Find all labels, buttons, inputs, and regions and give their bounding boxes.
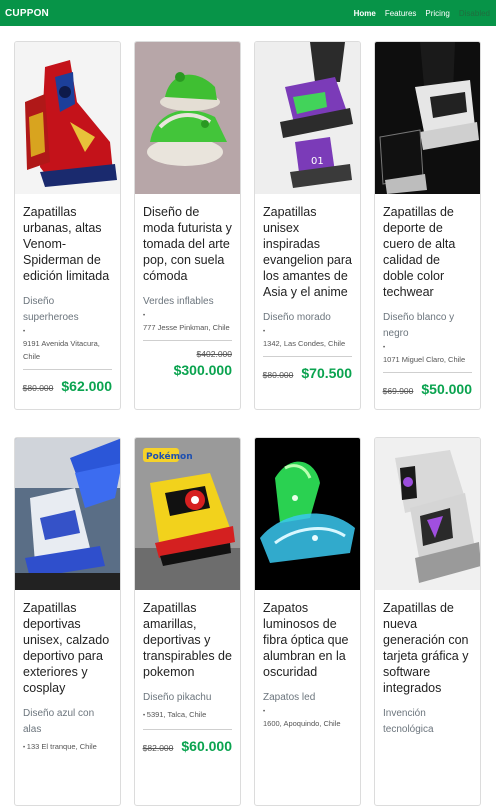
product-image[interactable] xyxy=(15,42,120,194)
product-card[interactable]: Zapatillas deportivas unisex, calzado de… xyxy=(14,437,121,806)
product-title[interactable]: Zapatillas deportivas unisex, calzado de… xyxy=(23,600,112,696)
product-image[interactable] xyxy=(15,438,120,590)
divider xyxy=(143,340,232,341)
old-price: $80.000 xyxy=(22,383,54,393)
divider xyxy=(23,369,112,370)
new-price: $300.000 xyxy=(173,362,232,378)
product-address-text: 1342, Las Condes, Chile xyxy=(263,339,346,348)
product-title[interactable]: Zapatillas unisex inspiradas evangelion … xyxy=(263,204,352,300)
product-subtitle: Diseño morado xyxy=(263,312,331,323)
nav-home[interactable]: Home xyxy=(354,9,376,18)
product-image[interactable]: Pokémon xyxy=(135,438,240,590)
old-price: $69.900 xyxy=(382,386,414,396)
product-address-text: 9191 Avenida Vitacura, Chile xyxy=(23,339,100,361)
product-image[interactable] xyxy=(255,438,360,590)
product-address-text: 133 El tranque, Chile xyxy=(26,742,97,751)
product-prices: $82.000 $60.000 xyxy=(143,738,232,754)
product-address: • 1071 Miguel Claro, Chile xyxy=(383,344,472,366)
product-title[interactable]: Zapatillas de nueva generación con tarje… xyxy=(383,600,472,696)
product-address: • 777 Jesse Pinkman, Chile xyxy=(143,312,232,334)
product-image[interactable]: 01 xyxy=(255,42,360,194)
product-card[interactable]: Zapatos luminosos de fibra óptica que al… xyxy=(254,437,361,806)
nav-pricing[interactable]: Pricing xyxy=(425,9,449,18)
product-image[interactable] xyxy=(135,42,240,194)
product-card[interactable]: Zapatillas urbanas, altas Venom-Spiderma… xyxy=(14,41,121,410)
product-title[interactable]: Zapatillas urbanas, altas Venom-Spiderma… xyxy=(23,204,112,284)
product-address-text: 5391, Talca, Chile xyxy=(146,710,207,719)
product-card[interactable]: 01 Zapatillas unisex inspiradas evangeli… xyxy=(254,41,361,410)
divider xyxy=(143,729,232,730)
product-subtitle: Diseño superheroes xyxy=(23,296,79,323)
new-price: $62.000 xyxy=(61,378,112,394)
product-image[interactable] xyxy=(375,42,480,194)
old-price: $82.000 xyxy=(142,743,174,753)
svg-text:01: 01 xyxy=(311,156,324,167)
location-pin-icon: • xyxy=(23,329,26,335)
navbar: CUPPON Home Features Pricing Disabled xyxy=(0,0,496,26)
product-grid: Zapatillas urbanas, altas Venom-Spiderma… xyxy=(14,41,482,806)
new-price: $70.500 xyxy=(301,365,352,381)
product-title[interactable]: Diseño de moda futurista y tomada del ar… xyxy=(143,204,232,284)
product-address-text: 1071 Miguel Claro, Chile xyxy=(383,355,466,364)
location-pin-icon: • xyxy=(263,329,266,335)
new-price: $50.000 xyxy=(421,381,472,397)
product-address: • 1342, Las Condes, Chile xyxy=(263,328,352,350)
old-price: $402.000 xyxy=(196,349,232,359)
product-card[interactable]: Pokémon Zapatillas amarillas, deportivas… xyxy=(134,437,241,806)
old-price: $80.000 xyxy=(262,370,294,380)
nav-disabled: Disabled xyxy=(458,8,490,18)
product-title[interactable]: Zapatillas de deporte de cuero de alta c… xyxy=(383,204,472,300)
product-subtitle: Diseño blanco y negro xyxy=(383,312,455,339)
divider xyxy=(263,356,352,357)
product-title[interactable]: Zapatillas amarillas, deportivas y trans… xyxy=(143,600,232,680)
product-card[interactable]: Diseño de moda futurista y tomada del ar… xyxy=(134,41,241,410)
new-price: $60.000 xyxy=(181,738,232,754)
product-address: • 9191 Avenida Vitacura, Chile xyxy=(23,328,112,363)
brand-logo[interactable]: CUPPON xyxy=(5,8,49,19)
product-subtitle: Invención tecnológica xyxy=(383,708,434,735)
svg-text:Pokémon: Pokémon xyxy=(146,451,193,462)
location-pin-icon: • xyxy=(143,313,146,319)
product-address: • 1600, Apoquindo, Chile xyxy=(263,708,352,730)
product-subtitle: Diseño azul con alas xyxy=(23,708,95,735)
product-prices: $69.900 $50.000 xyxy=(383,381,472,397)
product-prices: $80.000 $62.000 xyxy=(23,378,112,394)
product-card[interactable]: Zapatillas de nueva generación con tarje… xyxy=(374,437,481,806)
location-pin-icon: • xyxy=(263,709,266,715)
product-address: • 5391, Talca, Chile xyxy=(143,708,232,723)
divider xyxy=(383,372,472,373)
product-subtitle: Diseño pikachu xyxy=(143,692,212,703)
nav-links: Home Features Pricing Disabled xyxy=(354,9,490,18)
product-subtitle: Verdes inflables xyxy=(143,296,214,307)
product-address-text: 777 Jesse Pinkman, Chile xyxy=(143,323,230,332)
location-pin-icon: • xyxy=(383,345,386,351)
product-address-text: 1600, Apoquindo, Chile xyxy=(263,719,341,728)
product-image[interactable] xyxy=(375,438,480,590)
product-title[interactable]: Zapatos luminosos de fibra óptica que al… xyxy=(263,600,352,680)
product-subtitle: Zapatos led xyxy=(263,692,316,703)
nav-features[interactable]: Features xyxy=(385,9,417,18)
product-prices: $402.000 $300.000 xyxy=(143,349,232,378)
product-prices: $80.000 $70.500 xyxy=(263,365,352,381)
product-card[interactable]: Zapatillas de deporte de cuero de alta c… xyxy=(374,41,481,410)
